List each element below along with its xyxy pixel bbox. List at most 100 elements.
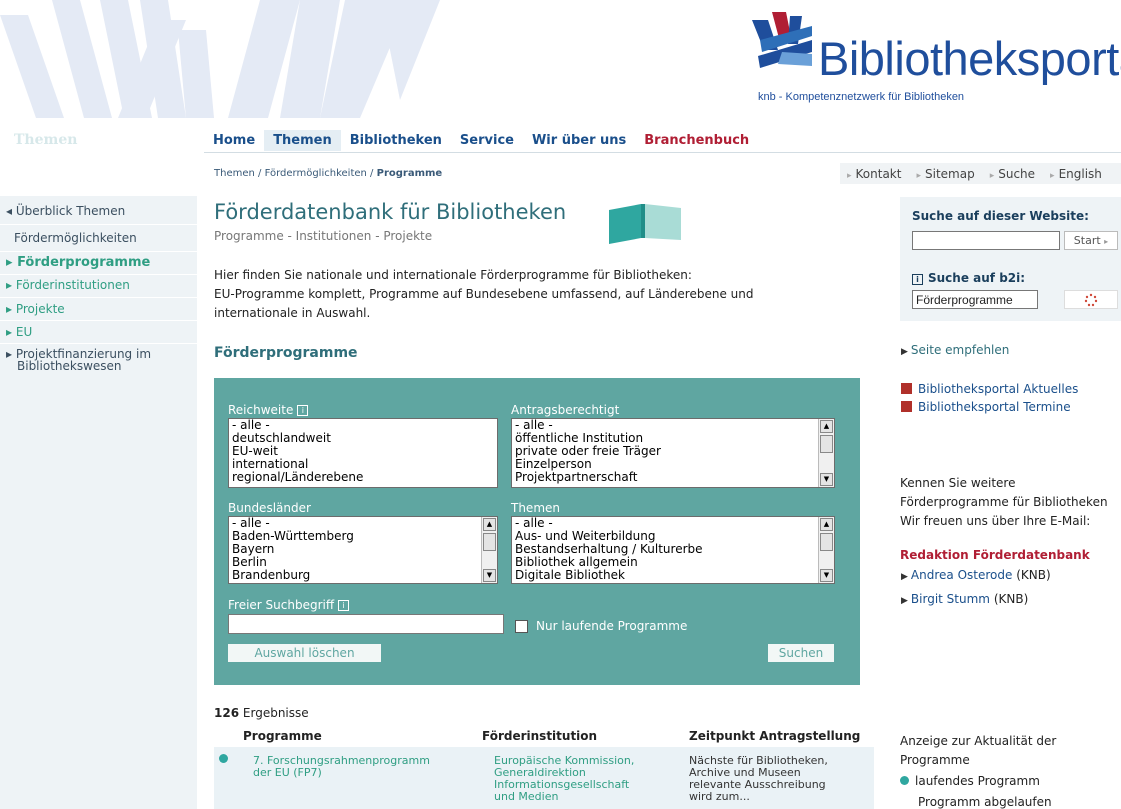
- reichweite-listbox[interactable]: - alle - deutschlandweit EU-weit interna…: [228, 418, 498, 488]
- rss-icon: [901, 401, 912, 412]
- intro-line: EU-Programme komplett, Programme auf Bun…: [214, 287, 754, 301]
- sidebar-item-label: Überblick Themen: [15, 204, 126, 218]
- breadcrumb-separator: /: [258, 168, 262, 179]
- b2i-search-button[interactable]: [1064, 290, 1118, 309]
- info-icon[interactable]: i: [297, 405, 309, 416]
- main-navigation: Home Themen Bibliotheken Service Wir übe…: [204, 128, 758, 152]
- themen-listbox[interactable]: - alle - Aus- und Weiterbildung Bestands…: [511, 516, 835, 584]
- contact-stumm: ▶ Birgit Stumm (KNB): [901, 592, 1028, 606]
- rss-aktuelles-label: Bibliotheksportal Aktuelles: [918, 382, 1079, 396]
- know-more-text: Förderprogramme für Bibliotheken: [900, 495, 1108, 509]
- nav-bibliotheken[interactable]: Bibliotheken: [341, 130, 451, 151]
- listbox-scrollbar[interactable]: ▲ ▼: [818, 517, 834, 583]
- list-option[interactable]: Digitale Bibliothek: [512, 569, 834, 582]
- chevron-left-icon: ◂: [6, 204, 13, 218]
- nav-branchenbuch[interactable]: Branchenbuch: [635, 130, 758, 151]
- list-option[interactable]: regional/Länderebene: [229, 471, 497, 484]
- scroll-down-icon[interactable]: ▼: [483, 569, 496, 582]
- sidebar-item-eu[interactable]: ▸ EU: [6, 325, 32, 339]
- contact-stumm-link[interactable]: Birgit Stumm: [911, 592, 990, 606]
- result-institution-link[interactable]: Europäische Kommission, Generaldirektion…: [494, 755, 634, 803]
- sidebar-item-foerdermoeglichkeiten[interactable]: Fördermöglichkeiten: [14, 231, 137, 245]
- scroll-down-icon[interactable]: ▼: [820, 569, 833, 582]
- info-icon[interactable]: i: [912, 274, 923, 285]
- list-option[interactable]: Brandenburg: [229, 569, 497, 582]
- listbox-scrollbar[interactable]: ▲ ▼: [481, 517, 497, 583]
- know-more-text: Wir freuen uns über Ihre E-Mail:: [900, 514, 1091, 528]
- site-search-start-button[interactable]: Start ▸: [1064, 231, 1118, 250]
- sidebar-item-label-line2: Bibliothekswesen: [17, 359, 122, 373]
- open-book-icon: [609, 204, 681, 244]
- nav-home[interactable]: Home: [204, 130, 264, 151]
- col-header-programme[interactable]: Programme: [243, 729, 322, 743]
- arrow-right-icon: ▸: [916, 170, 921, 181]
- breadcrumb-current: Programme: [376, 168, 443, 179]
- info-icon[interactable]: i: [338, 600, 350, 611]
- sidebar-divider: [0, 297, 197, 298]
- util-english[interactable]: ▸ English: [1043, 167, 1110, 181]
- b2i-search-input[interactable]: [912, 290, 1038, 309]
- cell-line: der EU (FP7): [253, 766, 322, 779]
- breadcrumb-foerdermoeglichkeiten[interactable]: Fördermöglichkeiten: [265, 168, 367, 179]
- search-button[interactable]: Suchen: [768, 644, 834, 662]
- nav-wir-ueber-uns[interactable]: Wir über uns: [523, 130, 635, 151]
- rss-termine-link[interactable]: Bibliotheksportal Termine: [901, 400, 1071, 414]
- sidebar-item-projektfinanzierung[interactable]: ▸ Projektfinanzierung im Bibliothekswesen: [6, 348, 151, 372]
- sidebar-divider: [0, 251, 197, 252]
- scroll-thumb[interactable]: [820, 435, 833, 453]
- start-label: Start: [1073, 234, 1101, 247]
- arrow-right-icon: ▶: [901, 572, 908, 582]
- scroll-thumb[interactable]: [483, 533, 496, 551]
- list-option[interactable]: Projektpartnerschaft: [512, 471, 834, 484]
- scroll-up-icon[interactable]: ▲: [820, 420, 833, 433]
- b2i-search-title: i Suche auf b2i:: [912, 271, 1025, 285]
- util-sitemap[interactable]: ▸ Sitemap: [909, 167, 982, 181]
- breadcrumb-themen[interactable]: Themen: [214, 168, 255, 179]
- scroll-thumb[interactable]: [820, 533, 833, 551]
- recommend-page-link[interactable]: ▶ Seite empfehlen: [901, 343, 1009, 357]
- sidebar-divider: [0, 224, 197, 225]
- util-kontakt[interactable]: ▸ Kontakt: [840, 167, 909, 181]
- site-search-input[interactable]: [912, 231, 1060, 250]
- bundeslaender-listbox[interactable]: - alle - Baden-Württemberg Bayern Berlin…: [228, 516, 498, 584]
- running-programs-checkbox[interactable]: [515, 620, 528, 633]
- result-programme-link[interactable]: 7. Forschungsrahmenprogramm der EU (FP7): [253, 755, 430, 779]
- sidebar-item-projekte[interactable]: ▸ Projekte: [6, 302, 65, 316]
- rss-termine-label: Bibliotheksportal Termine: [918, 400, 1071, 414]
- site-logo-text[interactable]: Bibliotheksportal: [818, 35, 1121, 82]
- chevron-right-icon: ▸: [6, 278, 13, 292]
- sidebar-item-foerderinstitutionen[interactable]: ▸ Förderinstitutionen: [6, 278, 130, 292]
- cell-line: wird zum...: [689, 790, 750, 803]
- status-running-icon: [219, 754, 228, 763]
- rss-icon: [901, 383, 912, 394]
- util-suche[interactable]: ▸ Suche: [983, 167, 1043, 181]
- legend-title: Programme: [900, 753, 970, 767]
- header-decoration: [0, 0, 440, 118]
- sidebar-item-label: EU: [15, 325, 33, 339]
- site-header: Bibliotheksportal knb - Kompetenznetzwer…: [0, 0, 1121, 125]
- scroll-down-icon[interactable]: ▼: [820, 473, 833, 486]
- sidebar-item-ueberblick[interactable]: ◂ Überblick Themen: [6, 204, 125, 218]
- sidebar-item-foerderprogramme[interactable]: ▸ Förderprogramme: [6, 255, 150, 270]
- breadcrumb-separator: /: [370, 168, 374, 179]
- page-title: Förderdatenbank für Bibliotheken: [214, 200, 567, 224]
- result-time-text: Nächste für Bibliotheken, Archive und Mu…: [689, 755, 828, 803]
- util-kontakt-label: Kontakt: [855, 166, 902, 181]
- sidebar-divider: [0, 320, 197, 321]
- scroll-up-icon[interactable]: ▲: [820, 518, 833, 531]
- col-header-institution[interactable]: Förderinstitution: [482, 729, 597, 743]
- listbox-scrollbar[interactable]: ▲ ▼: [818, 419, 834, 487]
- nav-themen[interactable]: Themen: [264, 129, 341, 151]
- col-header-time[interactable]: Zeitpunkt Antragstellung: [689, 729, 860, 743]
- rss-aktuelles-link[interactable]: Bibliotheksportal Aktuelles: [901, 382, 1078, 396]
- contact-osterode-link[interactable]: Andrea Osterode: [911, 568, 1012, 582]
- b2i-search-title-text: Suche auf b2i:: [928, 271, 1026, 285]
- chevron-right-icon: ▸: [6, 255, 13, 270]
- arrow-right-icon: ▸: [847, 170, 852, 181]
- free-search-input[interactable]: [228, 614, 504, 634]
- list-option[interactable]: Bayern: [229, 543, 497, 556]
- nav-service[interactable]: Service: [451, 130, 523, 151]
- antrag-listbox[interactable]: - alle - öffentliche Institution private…: [511, 418, 835, 488]
- reset-selection-button[interactable]: Auswahl löschen: [228, 644, 381, 662]
- scroll-up-icon[interactable]: ▲: [483, 518, 496, 531]
